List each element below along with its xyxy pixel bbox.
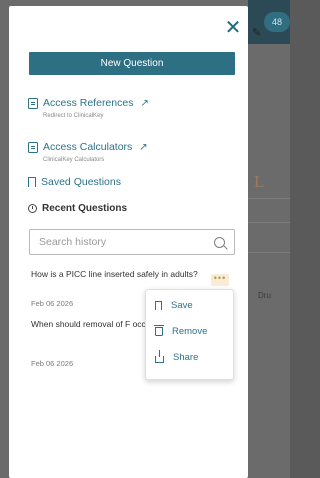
background-drug-label: Dru xyxy=(258,291,271,300)
background-divider xyxy=(248,222,290,223)
menu-save-label: Save xyxy=(171,300,193,311)
background-badge: 48 xyxy=(264,12,290,32)
background-divider xyxy=(248,252,290,253)
book-icon xyxy=(28,97,38,109)
calculator-icon xyxy=(28,141,38,153)
access-references-subtitle: Redirect to ClinicalKey xyxy=(43,113,104,119)
access-references-link[interactable]: Access References ↗ xyxy=(28,97,149,109)
access-calculators-link[interactable]: Access Calculators ↗ xyxy=(28,141,148,153)
menu-remove-label: Remove xyxy=(172,326,208,337)
background-edit-icon: ✎ xyxy=(252,27,262,39)
menu-share-item[interactable]: Share xyxy=(155,350,199,363)
new-question-button[interactable]: New Question xyxy=(29,52,235,75)
clock-icon xyxy=(28,204,37,213)
recent-questions-heading: Recent Questions xyxy=(28,203,127,214)
history-options-menu: Save Remove Share xyxy=(145,289,234,380)
bookmark-icon xyxy=(28,177,36,187)
search-history-input[interactable] xyxy=(39,236,214,248)
menu-remove-item[interactable]: Remove xyxy=(154,325,208,337)
bookmark-icon xyxy=(155,301,162,310)
history-date: Feb 06 2026 xyxy=(31,359,74,368)
history-question[interactable]: How is a PICC line inserted safely in ad… xyxy=(31,267,203,281)
external-link-icon: ↗ xyxy=(139,141,148,153)
close-button[interactable]: ✕ xyxy=(223,18,243,38)
history-question[interactable]: When should removal of F occur after pel… xyxy=(31,317,151,331)
menu-save-item[interactable]: Save xyxy=(155,300,193,311)
saved-questions-label: Saved Questions xyxy=(41,176,121,188)
access-calculators-subtitle: ClinicalKey Calculators xyxy=(43,157,105,163)
background-text-fragment: L xyxy=(254,172,265,191)
external-link-icon: ↗ xyxy=(140,97,149,109)
access-references-label: Access References xyxy=(43,97,134,109)
saved-questions-link[interactable]: Saved Questions xyxy=(28,176,121,188)
search-icon[interactable] xyxy=(214,236,225,248)
trash-icon xyxy=(154,325,164,336)
history-date: Feb 06 2026 xyxy=(31,299,74,308)
share-icon xyxy=(155,350,164,363)
menu-share-label: Share xyxy=(173,352,199,363)
side-panel: ✕ New Question Access References ↗ Redir… xyxy=(9,6,248,478)
more-options-button[interactable]: ••• xyxy=(211,274,229,286)
search-history-box xyxy=(29,229,235,255)
access-calculators-label: Access Calculators xyxy=(43,141,133,153)
recent-questions-label: Recent Questions xyxy=(42,203,128,214)
background-divider xyxy=(248,198,290,199)
